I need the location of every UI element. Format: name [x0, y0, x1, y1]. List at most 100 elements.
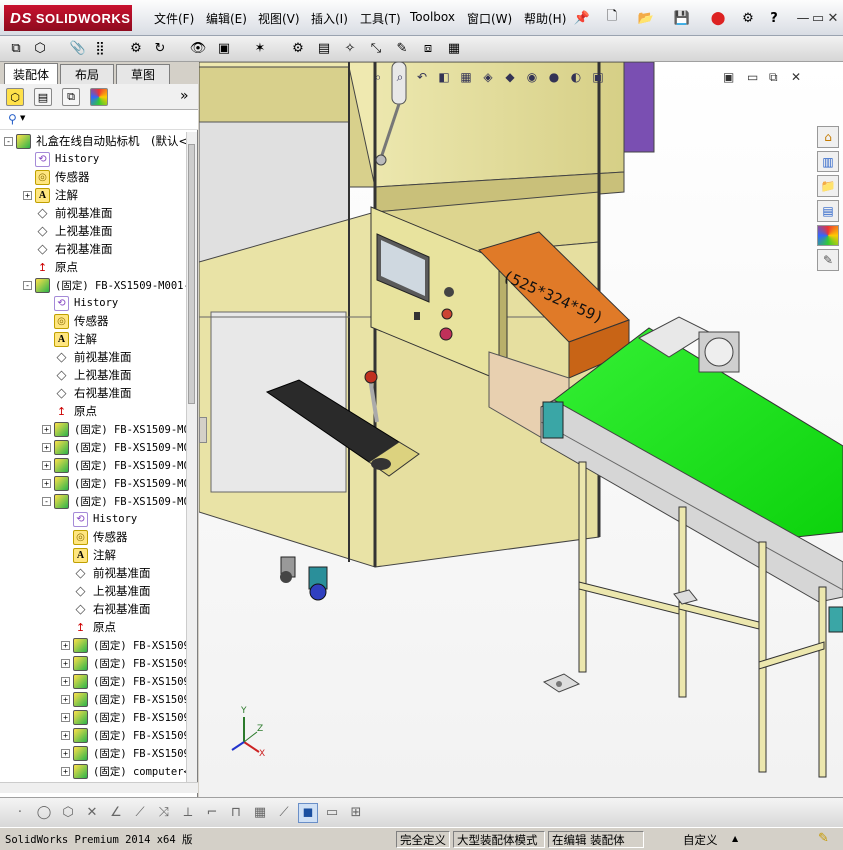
point-icon[interactable]: ·: [10, 803, 30, 823]
solidworks-logo[interactable]: DS SOLIDWORKS: [4, 5, 132, 31]
tab-layout[interactable]: 布局: [60, 64, 114, 84]
shaded-view-icon[interactable]: ◼: [298, 802, 318, 823]
tree-node[interactable]: ◎ 传感器: [61, 528, 128, 546]
tree-node[interactable]: ◇ 右视基准面: [42, 384, 132, 402]
view-orientation-icon[interactable]: ◈: [479, 68, 497, 86]
expand-toggle-icon[interactable]: +: [42, 442, 51, 452]
tree-node[interactable]: + (固定) FB-XS1509-: [61, 636, 186, 654]
tree-node[interactable]: + (固定) FB-XS1509-: [61, 708, 186, 726]
display-style-icon[interactable]: ◆: [501, 68, 519, 86]
tree-node[interactable]: + (固定) FB-XS1509-M00: [42, 456, 186, 474]
viewport-close-icon[interactable]: ✕: [791, 70, 801, 84]
restore-button[interactable]: ▭: [810, 10, 826, 26]
expand-toggle-icon[interactable]: +: [61, 694, 70, 704]
extend-icon[interactable]: ⟋: [130, 803, 150, 823]
clearance-verification-icon[interactable]: ⧈: [418, 38, 438, 58]
expand-toggle-icon[interactable]: +: [61, 748, 70, 758]
menu-tools[interactable]: 工具(T): [358, 9, 403, 27]
view-settings-icon[interactable]: ▣: [589, 68, 607, 86]
move-component-icon[interactable]: ↻: [150, 38, 170, 58]
tree-node[interactable]: + (固定) FB-XS1509-M00: [42, 474, 186, 492]
tree-node[interactable]: ◇ 右视基准面: [61, 600, 151, 618]
pane-splitter-handle[interactable]: [199, 417, 207, 443]
mate-icon[interactable]: 📎: [68, 38, 88, 58]
pin-icon[interactable]: 📌: [572, 8, 592, 28]
smart-fasteners-icon[interactable]: ⚙: [126, 38, 146, 58]
expand-toggle-icon[interactable]: +: [42, 460, 51, 470]
zoom-area-icon[interactable]: ⌕: [391, 68, 409, 86]
tree-node[interactable]: ◇ 上视基准面: [61, 582, 151, 600]
insert-component-icon[interactable]: ⧉: [6, 38, 26, 58]
custom-properties-icon[interactable]: ✎: [817, 249, 839, 272]
expand-toggle-icon[interactable]: -: [42, 496, 51, 506]
section-view-icon[interactable]: ◧: [435, 68, 453, 86]
menu-insert[interactable]: 插入(I): [309, 9, 350, 27]
tree-node[interactable]: + (固定) FB-XS1509-M00: [42, 420, 186, 438]
collapse-icon[interactable]: »: [180, 88, 189, 104]
configuration-manager-icon[interactable]: ⧉: [62, 88, 80, 106]
menu-help[interactable]: 帮助(H): [522, 9, 568, 27]
instant3d-icon[interactable]: ▦: [444, 38, 464, 58]
show-hidden-icon[interactable]: 👁: [188, 38, 208, 58]
tree-node[interactable]: ↥ 原点: [23, 258, 78, 276]
reference-geometry-icon[interactable]: ✶: [250, 38, 270, 58]
tree-node[interactable]: ⟲ History: [61, 510, 137, 528]
menu-file[interactable]: 文件(F): [152, 9, 196, 27]
status-units[interactable]: 自定义: [680, 831, 721, 848]
tree-node[interactable]: + (固定) computer<1: [61, 762, 186, 780]
tree-node[interactable]: ◎ 传感器: [42, 312, 109, 330]
appearances-icon[interactable]: [817, 224, 839, 247]
assembly-features-icon[interactable]: ▣: [214, 38, 234, 58]
tree-node[interactable]: - (固定) FB-XS1509-M00: [42, 492, 186, 510]
rebuild-icon[interactable]: ⬤: [708, 8, 728, 28]
tree-horizontal-scrollbar[interactable]: [0, 782, 198, 793]
tree-node[interactable]: A 注解: [42, 330, 97, 348]
expand-toggle-icon[interactable]: +: [61, 658, 70, 668]
filter-icon[interactable]: ⚲: [8, 112, 17, 126]
tree-node[interactable]: + (固定) FB-XS1509-: [61, 690, 186, 708]
tree-node[interactable]: ◇ 前视基准面: [23, 204, 113, 222]
file-explorer-icon[interactable]: 📁: [817, 175, 839, 198]
interference-detection-icon[interactable]: ✎: [392, 38, 412, 58]
design-library-icon[interactable]: ▥: [817, 150, 839, 173]
dimension-icon[interactable]: ⊓: [226, 803, 246, 823]
tab-assembly[interactable]: 装配体: [4, 63, 58, 84]
line-icon[interactable]: ⟋: [274, 803, 294, 823]
menu-window[interactable]: 窗口(W): [465, 9, 514, 27]
home-icon[interactable]: ⌂: [817, 126, 839, 148]
assembly-model-view[interactable]: [199, 62, 843, 797]
tree-node[interactable]: + (固定) FB-XS1509-M00: [42, 438, 186, 456]
graphics-viewport[interactable]: (525*324*59) Y X Z ⌕ ⌕ ↶ ◧ ▦ ◈ ◆ ◉ ● ◐ ▣…: [199, 62, 843, 797]
trim-icon[interactable]: ✕: [82, 803, 102, 823]
help-icon[interactable]: ?: [764, 8, 784, 28]
expand-toggle-icon[interactable]: -: [4, 136, 13, 146]
tree-node[interactable]: ◇ 上视基准面: [23, 222, 113, 240]
tree-node[interactable]: - (固定) FB-XS1509-M001-A: [23, 276, 186, 294]
tree-node[interactable]: + (固定) FB-XS1509-: [61, 672, 186, 690]
view-palette-icon[interactable]: ▤: [817, 200, 839, 222]
expand-toggle-icon[interactable]: +: [61, 766, 70, 776]
property-manager-icon[interactable]: ▤: [34, 88, 52, 106]
offset-icon[interactable]: ⤨: [154, 803, 174, 823]
status-large-assembly-mode[interactable]: 大型装配体模式: [453, 831, 545, 848]
wireframe-icon[interactable]: ▭: [322, 803, 342, 823]
tree-node[interactable]: - 礼盒在线自动贴标机 (默认<: [4, 132, 186, 150]
expand-toggle-icon[interactable]: +: [42, 478, 51, 488]
viewport-minimize-icon[interactable]: ▭: [747, 70, 758, 84]
new-part-icon[interactable]: ⬡: [30, 38, 50, 58]
menu-edit[interactable]: 编辑(E): [204, 9, 249, 27]
tree-node[interactable]: ↥ 原点: [61, 618, 116, 636]
explode-line-sketch-icon[interactable]: ⤡: [366, 38, 386, 58]
expand-toggle-icon[interactable]: +: [61, 640, 70, 650]
close-button[interactable]: ✕: [825, 10, 841, 26]
tree-node[interactable]: A 注解: [61, 546, 116, 564]
tree-node[interactable]: + A 注解: [23, 186, 78, 204]
expand-toggle-icon[interactable]: +: [61, 730, 70, 740]
grid-icon[interactable]: ▦: [250, 803, 270, 823]
previous-view-icon[interactable]: ↶: [413, 68, 431, 86]
menu-view[interactable]: 视图(V): [256, 9, 302, 27]
new-motion-study-icon[interactable]: ⚙: [288, 38, 308, 58]
tree-node[interactable]: + (固定) FB-XS1509-: [61, 726, 186, 744]
corner-rect-icon[interactable]: ⌐: [202, 803, 222, 823]
hide-show-items-icon[interactable]: ◉: [523, 68, 541, 86]
